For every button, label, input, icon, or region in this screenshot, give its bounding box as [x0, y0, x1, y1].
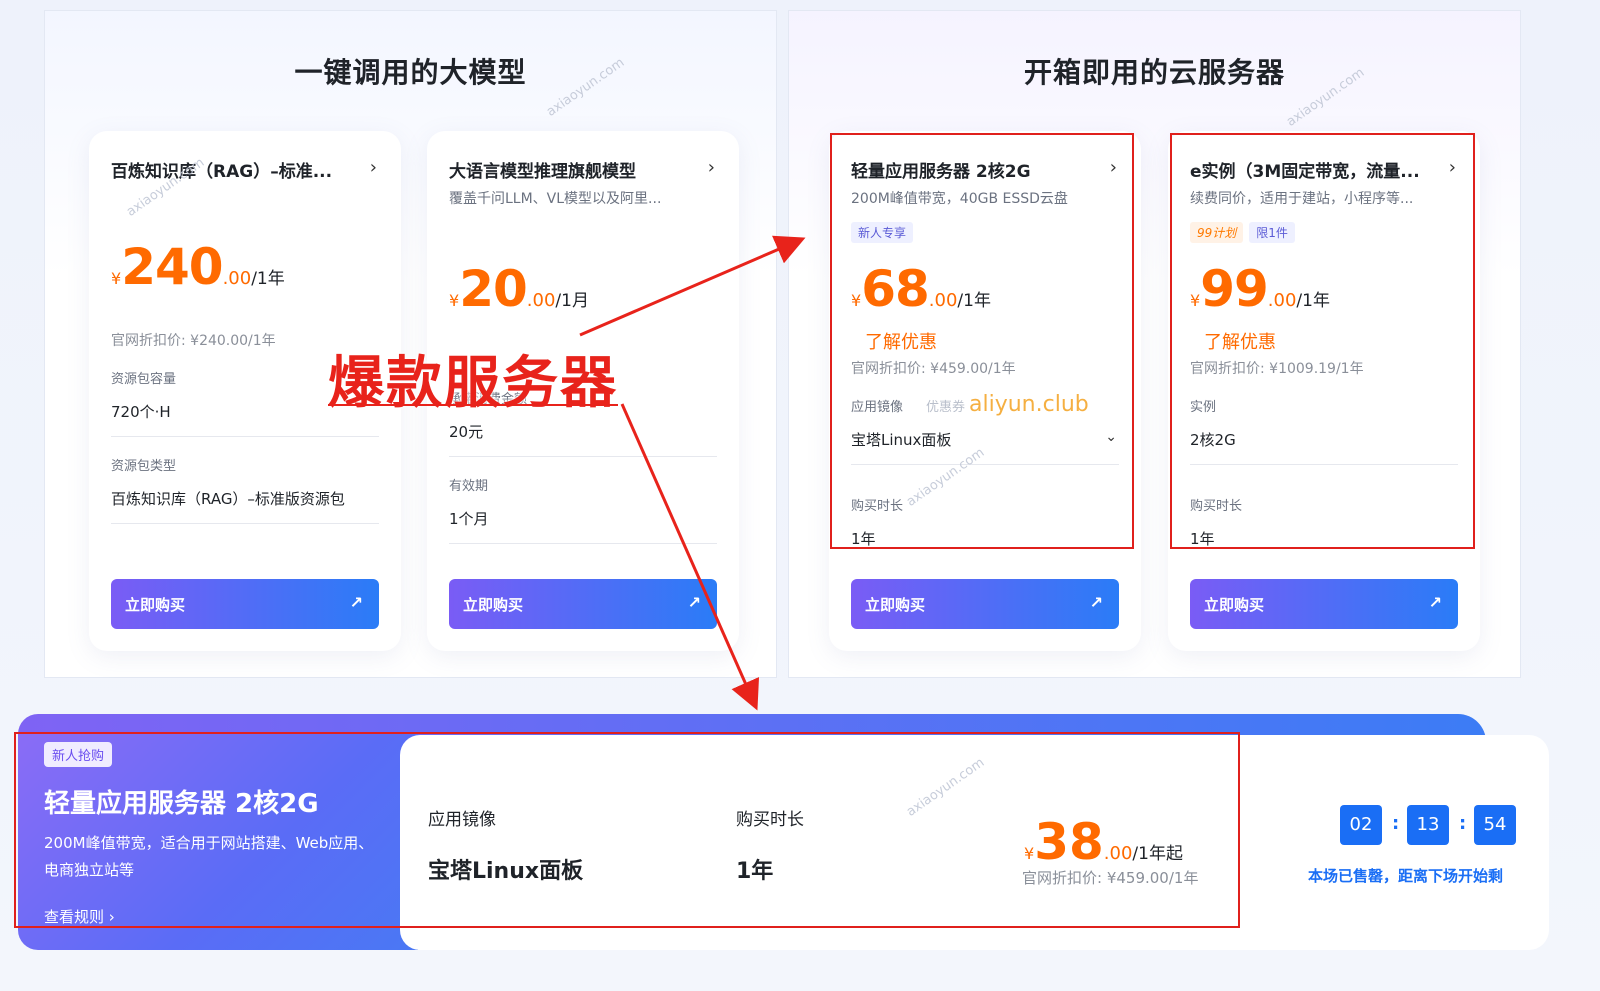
image-select[interactable]: 宝塔Linux面板 ⌄: [851, 429, 1119, 465]
chevron-right-icon[interactable]: ›: [1110, 157, 1117, 178]
banner-title: 轻量应用服务器 2核2G: [44, 789, 319, 819]
price: ¥99.00/1年: [1190, 260, 1330, 318]
chevron-right-icon[interactable]: ›: [708, 157, 715, 178]
countdown-minutes: 13: [1407, 805, 1449, 845]
view-rules-link[interactable]: 查看规则 ›: [44, 906, 392, 927]
field-label: 购买时长: [1190, 499, 1243, 514]
banner-description: 200M峰值带宽，适合用于网站搭建、Web应用、电商独立站等: [44, 834, 374, 879]
chevron-right-icon[interactable]: ›: [370, 157, 377, 178]
field-label: 资源包类型: [111, 459, 177, 474]
arrow-up-right-icon: ↗: [687, 593, 701, 612]
buy-button[interactable]: 立即购买 ↗: [1190, 579, 1458, 629]
countdown-hours: 02: [1340, 805, 1382, 845]
card-title: 百炼知识库（RAG）–标准...: [111, 162, 333, 182]
price: ¥20.00/1月: [449, 260, 589, 318]
original-price: 官网折扣价: ¥459.00/1年: [851, 361, 1016, 377]
buy-button[interactable]: 立即购买 ↗: [851, 579, 1119, 629]
product-card-e-instance[interactable]: e实例（3M固定带宽，流量... › 续费同价，适用于建站，小程序等... 99…: [1168, 131, 1480, 651]
field-value: 1年: [851, 530, 876, 548]
field-value: 20元: [449, 421, 717, 457]
countdown-text: 本场已售罄，距离下场开始剩: [1308, 867, 1504, 885]
headline-underline: [328, 404, 618, 406]
tag-99-plan: 99计划: [1190, 222, 1244, 243]
image-label: 应用镜像: [428, 810, 496, 830]
card-subtitle: 覆盖千问LLM、VL模型以及阿里...: [449, 191, 662, 207]
field-label: 实例: [1190, 400, 1217, 415]
field-value: 2核2G: [1190, 429, 1458, 465]
duration-value: 1年: [736, 859, 774, 884]
tag-new-user: 新人专享: [851, 222, 914, 243]
chevron-down-icon: ⌄: [1105, 429, 1117, 445]
tag-group: 新人专享: [851, 222, 1119, 244]
headline-annotation: 爆款服务器: [328, 351, 618, 416]
tag-group: 99计划 限1件: [1190, 222, 1458, 244]
countdown-separator: :: [1459, 813, 1467, 834]
field-label: 有效期: [449, 479, 489, 494]
arrow-up-right-icon: ↗: [1428, 593, 1442, 612]
original-price: 官网折扣价: ¥1009.19/1年: [1190, 361, 1364, 377]
card-subtitle: 续费同价，适用于建站，小程序等...: [1190, 191, 1414, 207]
panel-title: 一键调用的大模型: [294, 56, 527, 89]
banner-promo: 新人抢购 轻量应用服务器 2核2G 200M峰值带宽，适合用于网站搭建、Web应…: [18, 734, 418, 950]
panel-title: 开箱即用的云服务器: [1023, 56, 1285, 89]
panel-servers: 开箱即用的云服务器 轻量应用服务器 2核2G › 200M峰值带宽，40GB E…: [788, 10, 1521, 678]
coupon-watermark: 优惠券 aliyun.club: [926, 392, 1089, 417]
buy-button[interactable]: 立即购买 ↗: [111, 579, 379, 629]
tag-limit-one: 限1件: [1249, 222, 1295, 243]
field-value: 百炼知识库（RAG）–标准版资源包: [111, 488, 379, 524]
card-subtitle: 200M峰值带宽，40GB ESSD云盘: [851, 191, 1068, 207]
countdown-separator: :: [1392, 813, 1400, 834]
promo-link[interactable]: 了解优惠: [1204, 328, 1458, 354]
image-value: 宝塔Linux面板: [428, 859, 584, 884]
arrow-up-right-icon: ↗: [1089, 593, 1103, 612]
price: ¥68.00/1年: [851, 260, 991, 318]
arrow-up-right-icon: ↗: [349, 593, 363, 612]
field-label: 购买时长: [851, 499, 904, 514]
promo-link[interactable]: 了解优惠: [865, 328, 1119, 354]
price: ¥240.00/1年: [111, 238, 285, 296]
product-card-light-server[interactable]: 轻量应用服务器 2核2G › 200M峰值带宽，40GB ESSD云盘 新人专享…: [829, 131, 1141, 651]
card-title: 轻量应用服务器 2核2G: [851, 162, 1031, 182]
card-title: 大语言模型推理旗舰模型: [449, 162, 636, 182]
card-title: e实例（3M固定带宽，流量...: [1190, 162, 1420, 182]
countdown-seconds: 54: [1474, 805, 1516, 845]
field-value: 1个月: [449, 508, 717, 544]
banner-price: ¥38.00/1年起: [1024, 813, 1183, 871]
tag-new-user-rush: 新人抢购: [44, 742, 113, 767]
buy-button[interactable]: 立即购买 ↗: [449, 579, 717, 629]
banner-original-price: 官网折扣价: ¥459.00/1年: [1022, 869, 1199, 887]
field-value: 1年: [1190, 530, 1215, 548]
chevron-right-icon[interactable]: ›: [1449, 157, 1456, 178]
duration-label: 购买时长: [736, 810, 804, 830]
